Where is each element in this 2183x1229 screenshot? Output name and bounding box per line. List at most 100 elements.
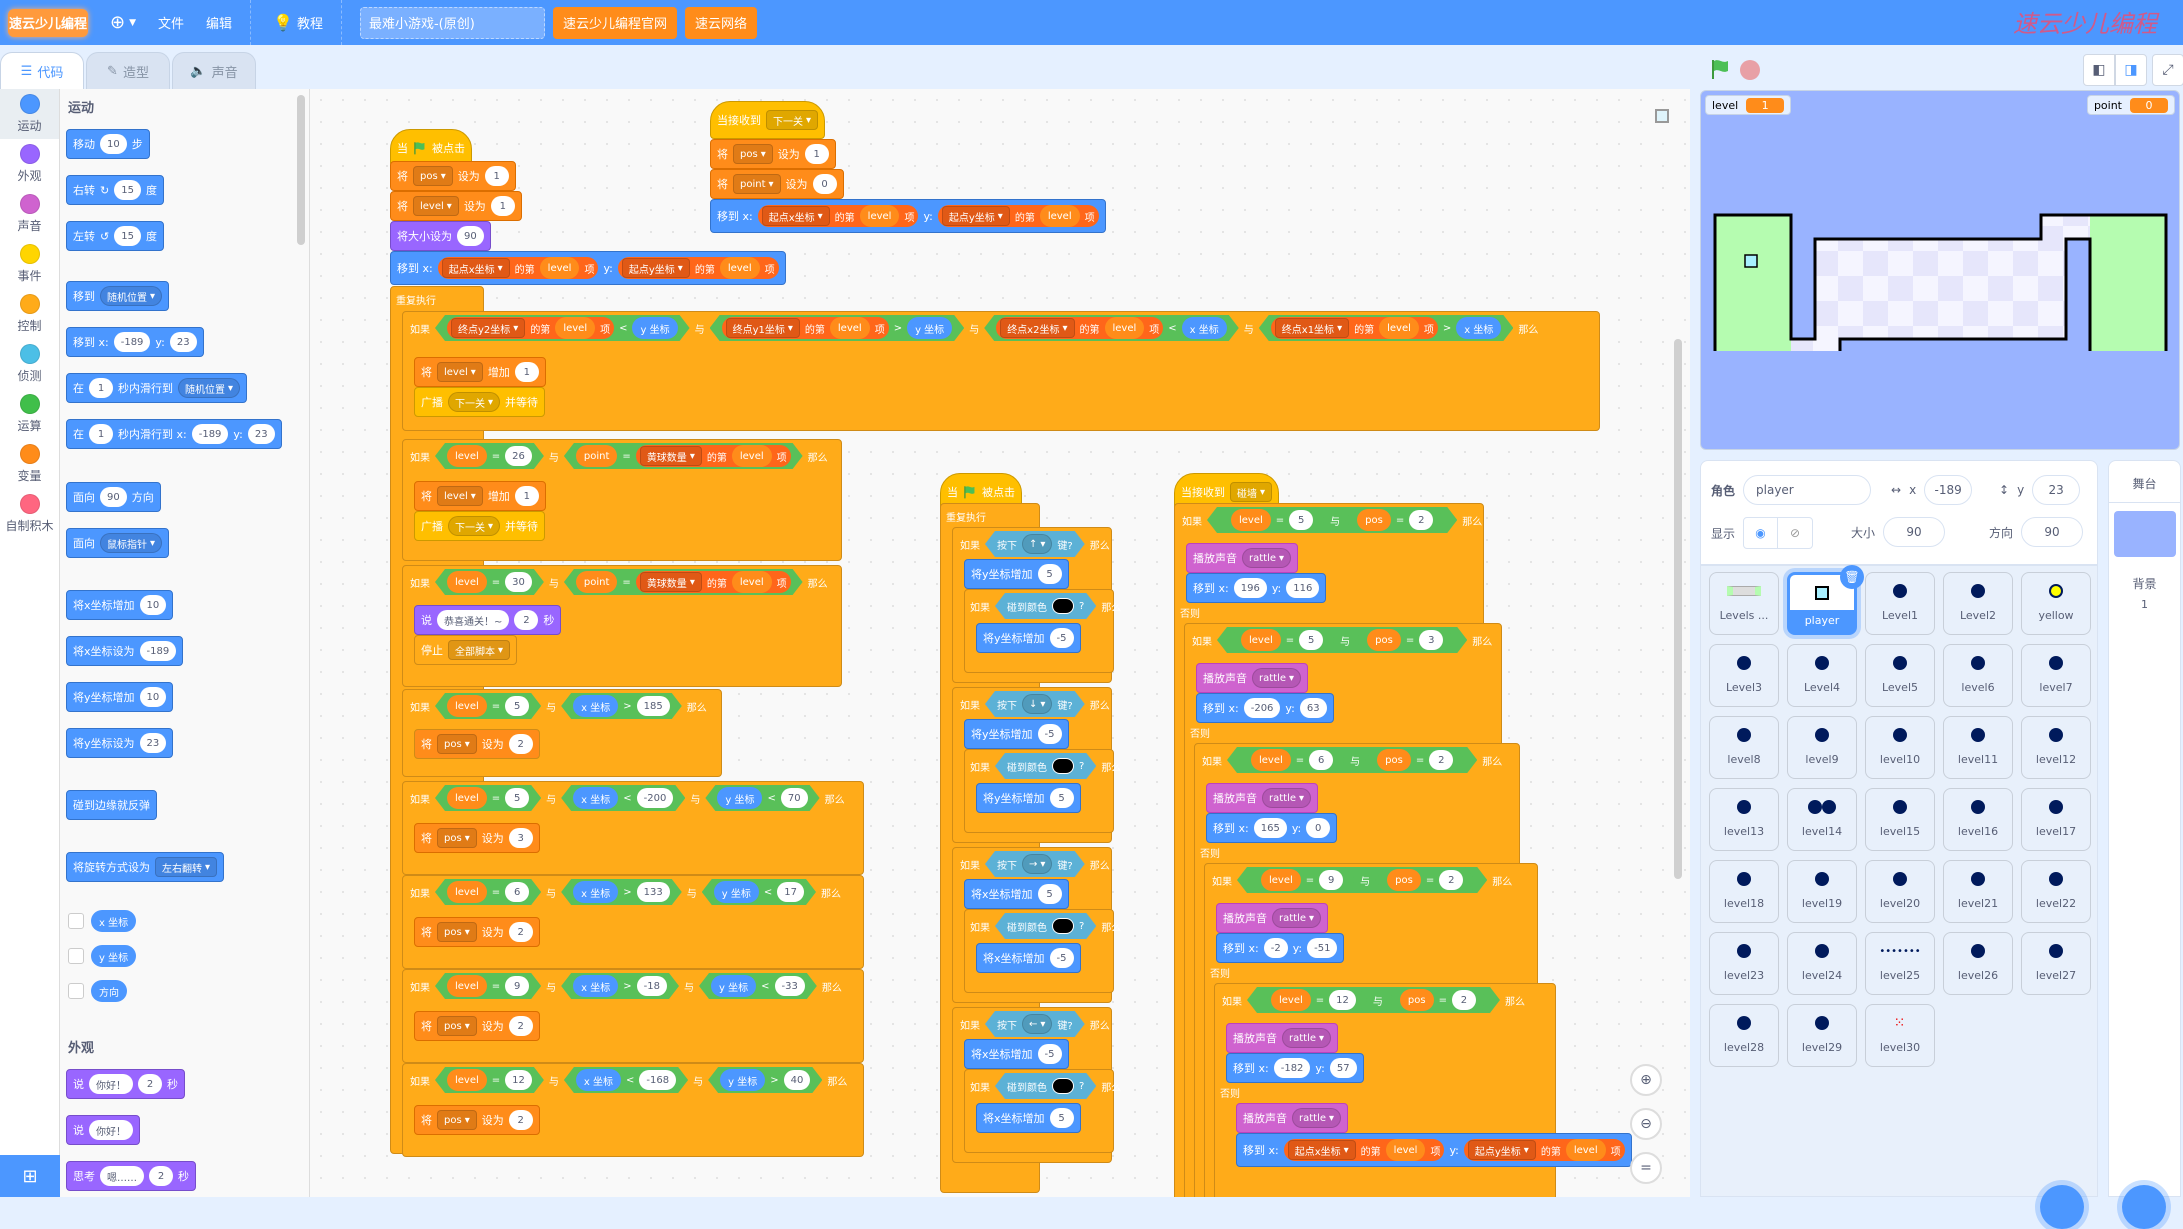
block-say-congrats[interactable]: 说恭喜通关！~ 2 秒 [414,605,562,635]
block-dropdown[interactable]: rattle ▾ [1292,1108,1342,1128]
sprite-tile[interactable]: Level3 [1709,644,1779,707]
block-say[interactable]: 说你好！ [66,1115,140,1145]
block-dropdown[interactable]: 终点y1坐标 ▾ [726,318,800,338]
block-input[interactable]: 26 [505,446,532,466]
list-item-reporter[interactable]: 黄球数量 ▾ 的第 level 项 [636,445,791,467]
color-swatch[interactable] [1052,918,1074,934]
tutorial-menu[interactable]: 💡 教程 [273,13,323,32]
boolean-block[interactable]: level = 9 与 pos = 2 [1237,867,1487,893]
variable-reporter[interactable]: level [732,571,772,593]
key-dropdown[interactable]: ← ▾ [1022,1014,1052,1034]
hide-button[interactable]: ⊘ [1778,518,1812,548]
sprite-tile[interactable]: level20 [1865,860,1935,923]
motion-reporter[interactable]: x 坐标 [573,787,618,809]
block-input[interactable]: 2 [1409,510,1433,530]
block-input[interactable]: -5 [1037,1044,1062,1064]
block-change-level[interactable]: 将 level ▾ 增加 1 [414,357,546,387]
block-input[interactable]: 1 [490,196,515,216]
motion-reporter[interactable]: y 坐标 [907,317,952,339]
block-set-pos[interactable]: 将 pos ▾ 设为 1 [390,161,516,191]
block-input[interactable]: 196 [1233,578,1267,598]
boolean-block[interactable]: level = 5 [435,693,541,719]
add-sprite-button[interactable] [2040,1185,2084,1229]
block-input[interactable]: 6 [1309,750,1333,770]
block-set-pos[interactable]: 将 pos ▾ 设为 2 [414,729,540,759]
sprite-tile[interactable]: level22 [2021,860,2091,923]
block-input[interactable]: -51 [1307,938,1338,958]
block-input[interactable]: 133 [637,882,670,902]
block-input[interactable]: 1 [89,378,113,398]
block-input[interactable]: 0 [1306,818,1331,838]
block-input[interactable]: 5 [1037,564,1062,584]
block-dropdown[interactable]: 黄球数量 ▾ [640,572,702,592]
block-dropdown[interactable]: 随机位置 ▾ [100,286,163,306]
block-goto-xy[interactable]: 移到 x: -189 y: 23 [66,327,204,357]
official-site-button[interactable]: 速云少儿编程官网 [552,6,677,39]
sprite-tile[interactable]: ⁙ level30 [1865,1004,1935,1067]
block-dropdown[interactable]: 下一关 ▾ [766,110,819,130]
list-item-reporter[interactable]: 黄球数量 ▾ 的第 level 项 [636,571,791,593]
block-point-towards[interactable]: 面向 鼠标指针 ▾ [66,528,170,558]
block-dropdown[interactable]: 起点x坐标 ▾ [441,258,510,278]
block-set-pos[interactable]: 将 pos ▾ 设为 2 [414,917,540,947]
variable-reporter[interactable]: pos [1367,629,1401,651]
block-dropdown[interactable]: pos ▾ [733,144,773,164]
block-input[interactable]: 0 [812,174,837,194]
key-dropdown[interactable]: ↓ ▾ [1022,694,1052,714]
block-bounce[interactable]: 碰到边缘就反弹 [66,790,157,820]
block-dropdown[interactable]: rattle ▾ [1252,668,1302,688]
block-play-sound[interactable]: 播放声音 rattle ▾ [1186,543,1299,573]
sprite-tile[interactable]: level27 [2021,932,2091,995]
block-dropdown[interactable]: level ▾ [413,196,459,216]
boolean-block[interactable]: pos = 2 [1365,747,1465,773]
project-title-input[interactable]: 最难小游戏-(原创) [359,6,545,39]
sprite-tile[interactable]: level24 [1787,932,1857,995]
stop-button[interactable] [1740,60,1760,80]
motion-reporter[interactable]: y 坐标 [711,975,756,997]
block-input[interactable]: 165 [1253,818,1287,838]
block-glide-xy[interactable]: 在 1 秒内滑行到 x: -189 y: 23 [66,419,282,449]
block-play-sound[interactable]: 播放声音 rattle ▾ [1196,663,1309,693]
block-goto-start[interactable]: 移到 x: 起点x坐标 ▾ 的第 level 项 y: 起点y坐标 ▾ 的第 level 项 [1236,1133,1632,1167]
block-dropdown[interactable]: pos ▾ [437,828,477,848]
block-input[interactable]: -33 [775,976,805,996]
variable-reporter[interactable]: level [447,881,487,903]
block-input[interactable]: 1 [804,144,829,164]
block-broadcast-wait[interactable]: 广播 下一关 ▾ 并等待 [414,511,546,541]
block-input[interactable]: -18 [637,976,667,996]
block-input[interactable]: 17 [777,882,804,902]
boolean-block[interactable]: 碰到颜色? [995,753,1096,779]
block-input[interactable]: 57 [1329,1058,1357,1078]
boolean-block[interactable]: 按下 ← ▾ 键? [985,1011,1085,1037]
list-item-reporter[interactable]: 起点y坐标 ▾ 的第 level 项 [1463,1139,1625,1161]
block-input[interactable]: 90 [457,226,484,246]
sprite-tile[interactable]: level17 [2021,788,2091,851]
block-set-pos[interactable]: 将 pos ▾ 设为 2 [414,1105,540,1135]
variable-reporter[interactable]: pos [1357,509,1391,531]
boolean-block[interactable]: 碰到颜色? [995,913,1096,939]
motion-reporter[interactable]: x 坐标 [1182,317,1227,339]
variable-reporter[interactable]: level [447,975,487,997]
palette-scrollbar[interactable] [297,95,305,245]
block-input[interactable]: 1 [514,362,539,382]
block-stop-all[interactable]: 停止 全部脚本 ▾ [414,635,518,665]
block-dropdown[interactable]: pos ▾ [437,734,477,754]
sprite-tile[interactable]: level7 [2021,644,2091,707]
motion-reporter[interactable]: y 坐标 [720,1069,765,1091]
block-dropdown[interactable]: level ▾ [437,362,483,382]
boolean-block[interactable]: level = 5 与 pos = 3 [1217,627,1467,653]
list-item-reporter[interactable]: 起点x坐标 ▾ 的第 level 项 [1283,1139,1445,1161]
block-change-coord[interactable]: 将y坐标增加 5 [976,783,1081,813]
block-dropdown[interactable]: 碰墙 ▾ [1230,482,1273,502]
boolean-block[interactable]: y 坐标 >40 [708,1067,822,1093]
sprite-tile[interactable]: yellow [2021,572,2091,635]
boolean-block[interactable]: x 坐标 < -168 [564,1067,688,1093]
block-input[interactable]: -206 [1243,698,1281,718]
boolean-block[interactable]: 按下 ↓ ▾ 键? [985,691,1085,717]
block-input[interactable]: 3 [508,828,533,848]
motion-reporter[interactable]: x 坐标 [573,975,618,997]
tab-sounds[interactable]: 🔈 声音 [172,52,256,90]
block-set-pos[interactable]: 将 pos ▾ 设为 1 [710,139,836,169]
sprite-tile[interactable]: Levels ... [1709,572,1779,635]
category-myblocks[interactable]: 自制积木 [0,489,59,539]
